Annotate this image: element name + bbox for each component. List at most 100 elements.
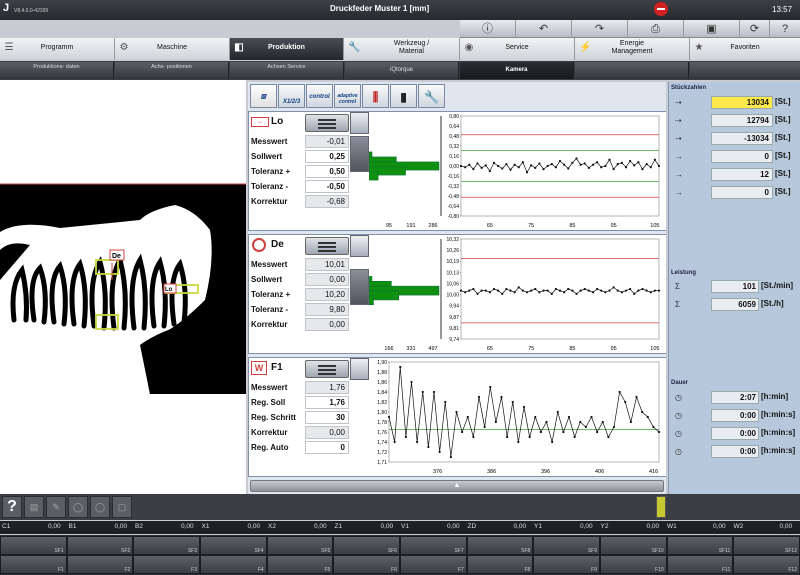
axis-name: X1 — [201, 523, 210, 530]
data-point — [517, 166, 520, 169]
y-tick-label: 10,19 — [446, 259, 459, 265]
softkey-sf10[interactable]: SF10 — [600, 536, 667, 555]
data-point — [484, 289, 487, 292]
chart-settings-icon[interactable] — [350, 358, 369, 380]
data-point — [488, 291, 491, 294]
sliders-icon[interactable]: ⫼ — [362, 84, 389, 108]
bottom-toolbar: ? ▤ ✎ ◯ ◯ ▢ — [0, 494, 800, 520]
fkey-f3[interactable]: F3 — [133, 555, 200, 574]
wrench-tool-icon[interactable]: 🔧 — [418, 84, 445, 108]
data-point — [637, 289, 640, 292]
adaptive-control-button[interactable]: adaptive control — [334, 84, 361, 108]
tab-favoriten[interactable]: ★ Favoriten — [690, 38, 800, 60]
chart-settings-icon[interactable] — [350, 112, 369, 134]
y-tick-label: 1,88 — [377, 370, 387, 376]
softkey-sf4[interactable]: SF4 — [200, 536, 267, 555]
fkey-f11[interactable]: F11 — [666, 555, 734, 574]
softkey-sf5[interactable]: SF5 — [266, 536, 334, 555]
fkey-f6[interactable]: F6 — [333, 555, 400, 574]
fkey-f12[interactable]: F12 — [733, 555, 800, 574]
fkey-f8[interactable]: F8 — [466, 555, 534, 574]
histogram-view-icon[interactable]: ▥ — [250, 84, 277, 108]
x-tick-label: 386 — [487, 469, 496, 475]
data-point — [558, 159, 562, 163]
data-point — [573, 435, 576, 439]
printer-icon[interactable]: ⎙ — [628, 20, 684, 38]
softkey-sf6[interactable]: SF6 — [333, 536, 400, 555]
softkey-sf3[interactable]: SF3 — [133, 536, 200, 555]
multi-view-button[interactable]: X1/2/3 — [278, 84, 305, 108]
subtab-achsen-service[interactable]: Achsen Service — [230, 62, 344, 79]
tab-werkzeug[interactable]: 🔧 Werkzeug / Material — [344, 38, 460, 60]
count-row: ⇢ 13034 [St.] — [675, 96, 791, 109]
subtab-iqtorque[interactable]: iQtorque — [345, 62, 459, 79]
data-point — [571, 161, 574, 164]
data-point — [466, 415, 469, 419]
data-point — [649, 291, 652, 294]
camera-view[interactable]: De Lo — [0, 80, 246, 494]
info-icon[interactable]: ⓘ — [460, 20, 516, 38]
force-icon: W — [251, 361, 267, 375]
center-toolbar: ▥ X1/2/3 control adaptive control ⫼ ▮ 🔧 — [248, 84, 666, 110]
chart-settings-icon[interactable] — [350, 235, 369, 257]
hist-bar — [369, 171, 379, 181]
tab-programm[interactable]: ☰ Programm — [0, 38, 115, 60]
data-point — [427, 445, 430, 449]
control-button[interactable]: control — [306, 84, 333, 108]
data-point — [563, 163, 566, 166]
data-point — [641, 168, 644, 171]
softkey-sf12[interactable]: SF12 — [733, 536, 800, 555]
softkey-sf11[interactable]: SF11 — [666, 536, 734, 555]
fkey-f4[interactable]: F4 — [200, 555, 267, 574]
tab-produktion[interactable]: ◧ Produktion — [230, 38, 344, 60]
data-point — [620, 291, 623, 294]
menu-button[interactable] — [305, 360, 349, 378]
fkey-f2[interactable]: F2 — [66, 555, 134, 574]
subtab-kamera[interactable]: Kamera — [460, 62, 574, 79]
x-tick-label: 396 — [541, 469, 550, 475]
x-tick-label: 105 — [650, 346, 659, 352]
save-icon[interactable]: ▣ — [684, 20, 740, 38]
fkey-f5[interactable]: F5 — [266, 555, 334, 574]
help-icon[interactable]: ? — [770, 20, 800, 38]
data-point — [646, 415, 649, 419]
refresh-icon[interactable]: ⟳ — [740, 20, 770, 38]
data-point — [629, 287, 632, 291]
data-point — [545, 420, 548, 424]
y-tick-label: 10,26 — [446, 248, 459, 254]
x-tick-label: 65 — [487, 346, 493, 352]
redo-icon[interactable]: ↷ — [572, 20, 628, 38]
softkey-sf9[interactable]: SF9 — [533, 536, 600, 555]
fkey-f9[interactable]: F9 — [533, 555, 600, 574]
subtab-produktionsdaten[interactable]: Produktions- daten — [0, 62, 114, 79]
data-point — [444, 400, 447, 404]
softkey-sf1[interactable]: SF1 — [0, 536, 67, 555]
fkey-f10[interactable]: F10 — [600, 555, 667, 574]
undo-icon[interactable]: ↶ — [516, 20, 572, 38]
collapse-left-icon[interactable] — [350, 136, 369, 172]
emergency-stop-icon[interactable] — [654, 2, 668, 16]
tab-service[interactable]: ◉ Service — [460, 38, 575, 60]
help-button[interactable]: ? — [2, 496, 22, 518]
collapse-left-icon[interactable] — [350, 269, 369, 305]
tab-energie[interactable]: ⚡ Energie Management — [575, 38, 690, 60]
data-point — [468, 289, 471, 292]
softkey-sf2[interactable]: SF2 — [66, 536, 134, 555]
softkey-sf7[interactable]: SF7 — [400, 536, 467, 555]
tab-maschine[interactable]: ⚙ Maschine — [115, 38, 230, 60]
fkey-f7[interactable]: F7 — [400, 555, 467, 574]
fkey-f1[interactable]: F1 — [0, 555, 67, 574]
rate-hour-icon: Σ — [675, 300, 680, 309]
section-title-duration: Dauer — [671, 380, 689, 386]
dur-row: ◷ 0:00 [h:min:s] — [675, 409, 796, 422]
x-tick-label: 416 — [649, 469, 658, 475]
data-point — [472, 287, 475, 291]
row-toleranz-minus: Toleranz - -0,50 — [249, 179, 349, 194]
y-tick-label: -0,48 — [448, 194, 460, 200]
softkey-sf8[interactable]: SF8 — [466, 536, 534, 555]
menu-button[interactable] — [305, 114, 349, 132]
scroll-up-button[interactable]: ▲ — [250, 480, 664, 492]
subtab-achspositionen[interactable]: Achs- positionen — [115, 62, 229, 79]
menu-button[interactable] — [305, 237, 349, 255]
bar-chart-icon[interactable]: ▮ — [390, 84, 417, 108]
